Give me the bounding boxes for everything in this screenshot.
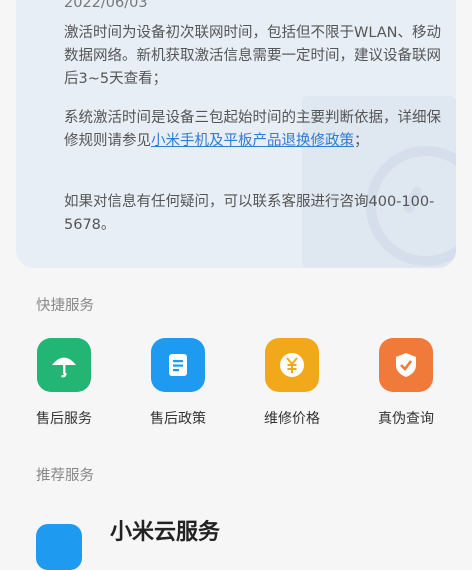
service-label: 售后政策 [150, 411, 206, 427]
umbrella-icon [37, 338, 91, 392]
service-policy[interactable]: 售后政策 [133, 338, 223, 428]
info-paragraph-contact: 如果对信息有任何疑问，可以联系客服进行咨询400-100-5678。 [64, 194, 435, 233]
service-authenticity[interactable]: 真伪查询 [361, 338, 451, 428]
yen-coin-icon [265, 338, 319, 392]
document-icon [151, 338, 205, 392]
recommended-services-title: 推荐服务 [36, 468, 94, 484]
service-label: 售后服务 [36, 411, 92, 427]
info-text: 2022/06/03 激活时间为设备初次联网时间，包括但不限于WLAN、移动数据… [40, 0, 441, 268]
verify-badge-icon [379, 338, 433, 392]
warranty-text-end: ； [354, 133, 369, 149]
service-after-sales[interactable]: 售后服务 [19, 338, 109, 428]
policy-link[interactable]: 小米手机及平板产品退换修政策 [151, 133, 354, 149]
activation-date: 2022/06/03 [64, 0, 148, 11]
info-paragraph-activation: 激活时间为设备初次联网时间，包括但不限于WLAN、移动数据网络。新机获取激活信息… [64, 25, 442, 87]
service-repair-price[interactable]: 维修价格 [247, 338, 337, 428]
info-paragraph-warranty: 系统激活时间是设备三包起始时间的主要判断依据，详细保修规则请参见小米手机及平板产… [64, 107, 444, 153]
cloud-service-title[interactable]: 小米云服务 [110, 514, 220, 546]
service-label: 维修价格 [264, 411, 320, 427]
quick-services-grid: 售后服务 售后政策 维修价格 真伪查询 [0, 338, 472, 438]
quick-services-title: 快捷服务 [36, 298, 94, 314]
activation-info-card: 2022/06/03 激活时间为设备初次联网时间，包括但不限于WLAN、移动数据… [16, 0, 456, 268]
service-label: 真伪查询 [378, 411, 434, 427]
cloud-service-icon[interactable] [36, 524, 82, 570]
